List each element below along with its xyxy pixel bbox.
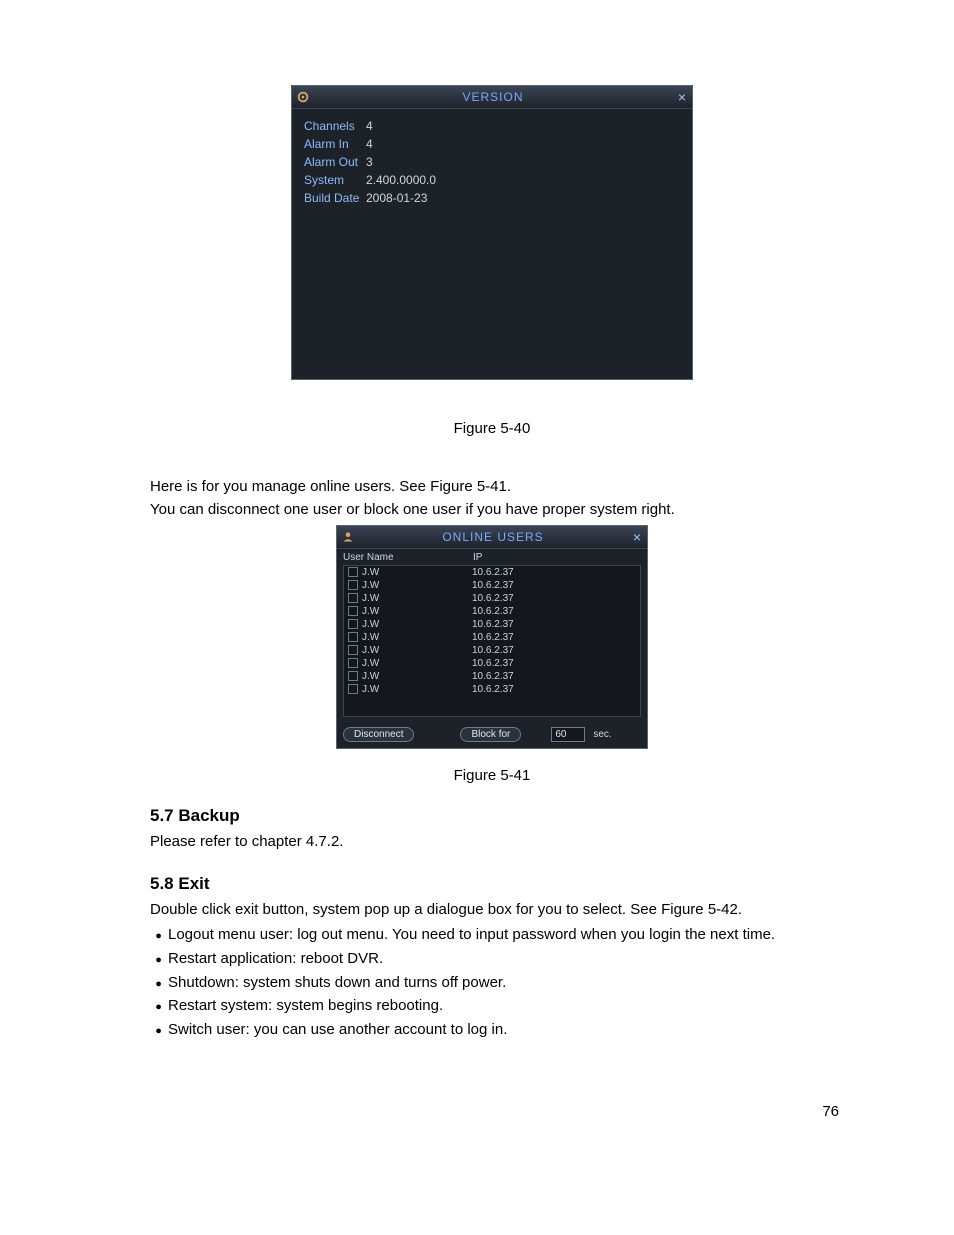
online-user-row[interactable]: J.W10.6.2.37 [344, 618, 640, 631]
row-ip: 10.6.2.37 [472, 683, 636, 696]
row-checkbox[interactable] [348, 632, 358, 642]
row-user-name: J.W [362, 644, 472, 657]
version-row: Channels4 [304, 119, 680, 133]
row-checkbox[interactable] [348, 658, 358, 668]
row-user-name: J.W [362, 605, 472, 618]
section-5-7-text: Please refer to chapter 4.7.2. [150, 832, 834, 852]
row-ip: 10.6.2.37 [472, 644, 636, 657]
row-user-name: J.W [362, 579, 472, 592]
online-user-row[interactable]: J.W10.6.2.37 [344, 579, 640, 592]
online-users-list: J.W10.6.2.37J.W10.6.2.37J.W10.6.2.37J.W1… [343, 565, 641, 717]
online-user-row[interactable]: J.W10.6.2.37 [344, 631, 640, 644]
version-titlebar: VERSION × [292, 86, 692, 109]
row-user-name: J.W [362, 566, 472, 579]
version-value: 2.400.0000.0 [366, 173, 436, 187]
row-ip: 10.6.2.37 [472, 618, 636, 631]
version-body: Channels4Alarm In4Alarm Out3System2.400.… [292, 109, 692, 379]
version-label: Build Date [304, 191, 366, 205]
row-ip: 10.6.2.37 [472, 657, 636, 670]
block-for-button[interactable]: Block for [460, 727, 521, 742]
online-users-columns: User Name IP [337, 549, 647, 565]
exit-option-item: Shutdown: system shuts down and turns of… [168, 972, 834, 994]
section-5-8-text: Double click exit button, system pop up … [150, 900, 834, 920]
exit-option-item: Restart application: reboot DVR. [168, 948, 834, 970]
row-ip: 10.6.2.37 [472, 579, 636, 592]
online-users-footer: Disconnect Block for 60 sec. [337, 721, 647, 748]
row-checkbox[interactable] [348, 606, 358, 616]
online-users-intro-1: Here is for you manage online users. See… [150, 477, 834, 497]
gear-icon [292, 86, 314, 108]
online-users-dialog: ONLINE USERS × User Name IP J.W10.6.2.37… [336, 525, 648, 749]
version-title: VERSION [314, 90, 672, 104]
figure-5-40-caption: Figure 5-40 [150, 420, 834, 437]
row-user-name: J.W [362, 618, 472, 631]
row-checkbox[interactable] [348, 645, 358, 655]
row-checkbox[interactable] [348, 671, 358, 681]
block-seconds-input[interactable]: 60 [551, 727, 585, 742]
row-user-name: J.W [362, 631, 472, 644]
version-value: 4 [366, 137, 373, 151]
row-user-name: J.W [362, 592, 472, 605]
online-users-title: ONLINE USERS [359, 530, 627, 544]
section-5-8-heading: 5.8 Exit [150, 874, 834, 894]
close-icon[interactable]: × [627, 530, 647, 544]
version-dialog: VERSION × Channels4Alarm In4Alarm Out3Sy… [291, 85, 693, 380]
row-ip: 10.6.2.37 [472, 670, 636, 683]
exit-option-item: Restart system: system begins rebooting. [168, 995, 834, 1017]
online-user-row[interactable]: J.W10.6.2.37 [344, 683, 640, 696]
online-user-row[interactable]: J.W10.6.2.37 [344, 644, 640, 657]
online-user-row[interactable]: J.W10.6.2.37 [344, 605, 640, 618]
page-number: 76 [822, 1103, 839, 1120]
version-row: Alarm In4 [304, 137, 680, 151]
row-user-name: J.W [362, 683, 472, 696]
figure-5-41-caption: Figure 5-41 [150, 767, 834, 784]
exit-option-item: Switch user: you can use another account… [168, 1019, 834, 1041]
row-ip: 10.6.2.37 [472, 631, 636, 644]
online-user-row[interactable]: J.W10.6.2.37 [344, 657, 640, 670]
row-checkbox[interactable] [348, 619, 358, 629]
column-user-name: User Name [343, 552, 473, 563]
row-ip: 10.6.2.37 [472, 605, 636, 618]
version-row: Alarm Out3 [304, 155, 680, 169]
exit-option-item: Logout menu user: log out menu. You need… [168, 924, 834, 946]
disconnect-button[interactable]: Disconnect [343, 727, 414, 742]
row-checkbox[interactable] [348, 567, 358, 577]
row-checkbox[interactable] [348, 580, 358, 590]
online-user-row[interactable]: J.W10.6.2.37 [344, 670, 640, 683]
online-users-intro-2: You can disconnect one user or block one… [150, 500, 834, 520]
version-value: 3 [366, 155, 373, 169]
section-5-7-heading: 5.7 Backup [150, 806, 834, 826]
version-value: 2008-01-23 [366, 191, 427, 205]
row-user-name: J.W [362, 657, 472, 670]
version-label: System [304, 173, 366, 187]
seconds-label: sec. [593, 729, 611, 740]
online-user-row[interactable]: J.W10.6.2.37 [344, 592, 640, 605]
row-ip: 10.6.2.37 [472, 566, 636, 579]
online-user-row[interactable]: J.W10.6.2.37 [344, 566, 640, 579]
row-checkbox[interactable] [348, 684, 358, 694]
column-ip: IP [473, 552, 641, 563]
online-users-titlebar: ONLINE USERS × [337, 526, 647, 549]
version-label: Alarm In [304, 137, 366, 151]
row-user-name: J.W [362, 670, 472, 683]
version-label: Channels [304, 119, 366, 133]
version-label: Alarm Out [304, 155, 366, 169]
users-icon [337, 526, 359, 548]
version-row: System2.400.0000.0 [304, 173, 680, 187]
close-icon[interactable]: × [672, 90, 692, 104]
version-row: Build Date2008-01-23 [304, 191, 680, 205]
exit-options-list: Logout menu user: log out menu. You need… [168, 924, 834, 1041]
version-value: 4 [366, 119, 373, 133]
row-checkbox[interactable] [348, 593, 358, 603]
row-ip: 10.6.2.37 [472, 592, 636, 605]
